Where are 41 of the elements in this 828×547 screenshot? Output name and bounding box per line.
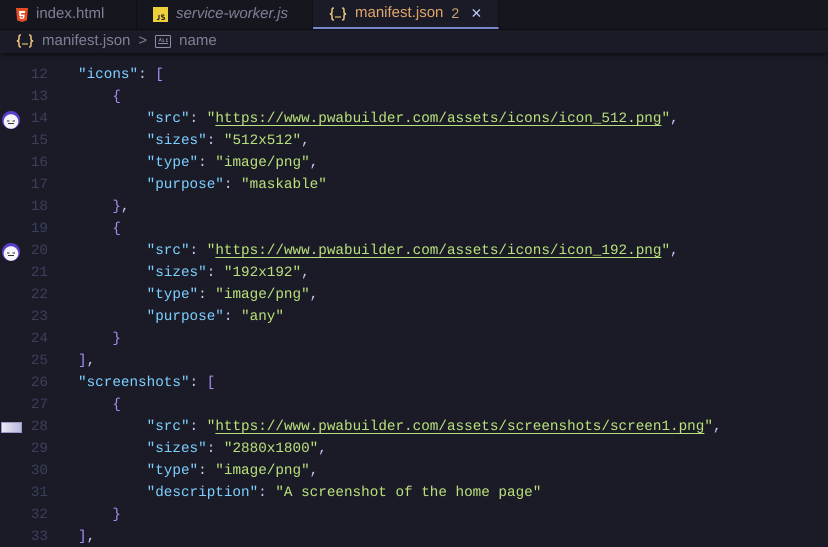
code-line: "src": "https://www.pwabuilder.com/assets/screenshots/screen1.png", — [146, 418, 722, 437]
avatar-icon — [2, 110, 20, 128]
code-line: } — [111, 330, 121, 349]
code-line: ], — [78, 352, 96, 371]
code-line: "type": "image/png", — [146, 462, 318, 481]
code-line: }, — [111, 198, 130, 217]
code-line: "type": "image/png", — [146, 154, 318, 173]
image-thumbnail — [0, 422, 22, 433]
braces-icon — [329, 6, 347, 20]
close-button[interactable]: × — [471, 0, 482, 27]
breadcrumb-item[interactable]: name — [179, 30, 217, 52]
js-file-icon — [153, 7, 168, 22]
braces-icon — [16, 34, 34, 48]
code-line: "sizes": "192x192", — [146, 264, 310, 283]
editor-tab[interactable]: manifest.json 2 × — [313, 0, 499, 29]
code-line: "description": "A screenshot of the home page" — [146, 484, 542, 503]
code-line: "purpose": "any" — [146, 308, 284, 327]
code-line: "screenshots": [ — [78, 374, 216, 393]
code-line: "src": "https://www.pwabuilder.com/assets/icons/icon_512.png", — [146, 110, 679, 129]
code-line: "icons": [ — [78, 66, 164, 85]
code-line: "sizes": "512x512", — [146, 132, 310, 151]
code-line: ], — [78, 528, 96, 547]
tab-label: service-worker.js — [176, 4, 288, 24]
code-line: "type": "image/png", — [146, 286, 318, 305]
editor-tab[interactable]: index.html — [0, 0, 137, 29]
tab-label: index.html — [36, 4, 104, 24]
code-line: { — [111, 396, 121, 415]
breadcrumb-separator: > — [138, 31, 148, 51]
breadcrumb-item[interactable]: manifest.json — [42, 30, 130, 52]
problem-count: 2 — [451, 4, 460, 23]
code-line: { — [111, 220, 121, 239]
code-line: "src": "https://www.pwabuilder.com/assets/icons/icon_192.png", — [146, 242, 679, 261]
code-line: { — [111, 88, 121, 107]
editor-tab[interactable]: service-worker.js — [137, 0, 313, 29]
code-line: "sizes": "2880x1800", — [146, 440, 327, 459]
html-file-icon — [16, 8, 28, 22]
string-icon — [155, 34, 172, 48]
tab-label: manifest.json — [355, 3, 444, 24]
code-line: "purpose": "maskable" — [146, 176, 327, 195]
avatar-icon — [2, 242, 20, 260]
code-line: } — [111, 506, 121, 525]
